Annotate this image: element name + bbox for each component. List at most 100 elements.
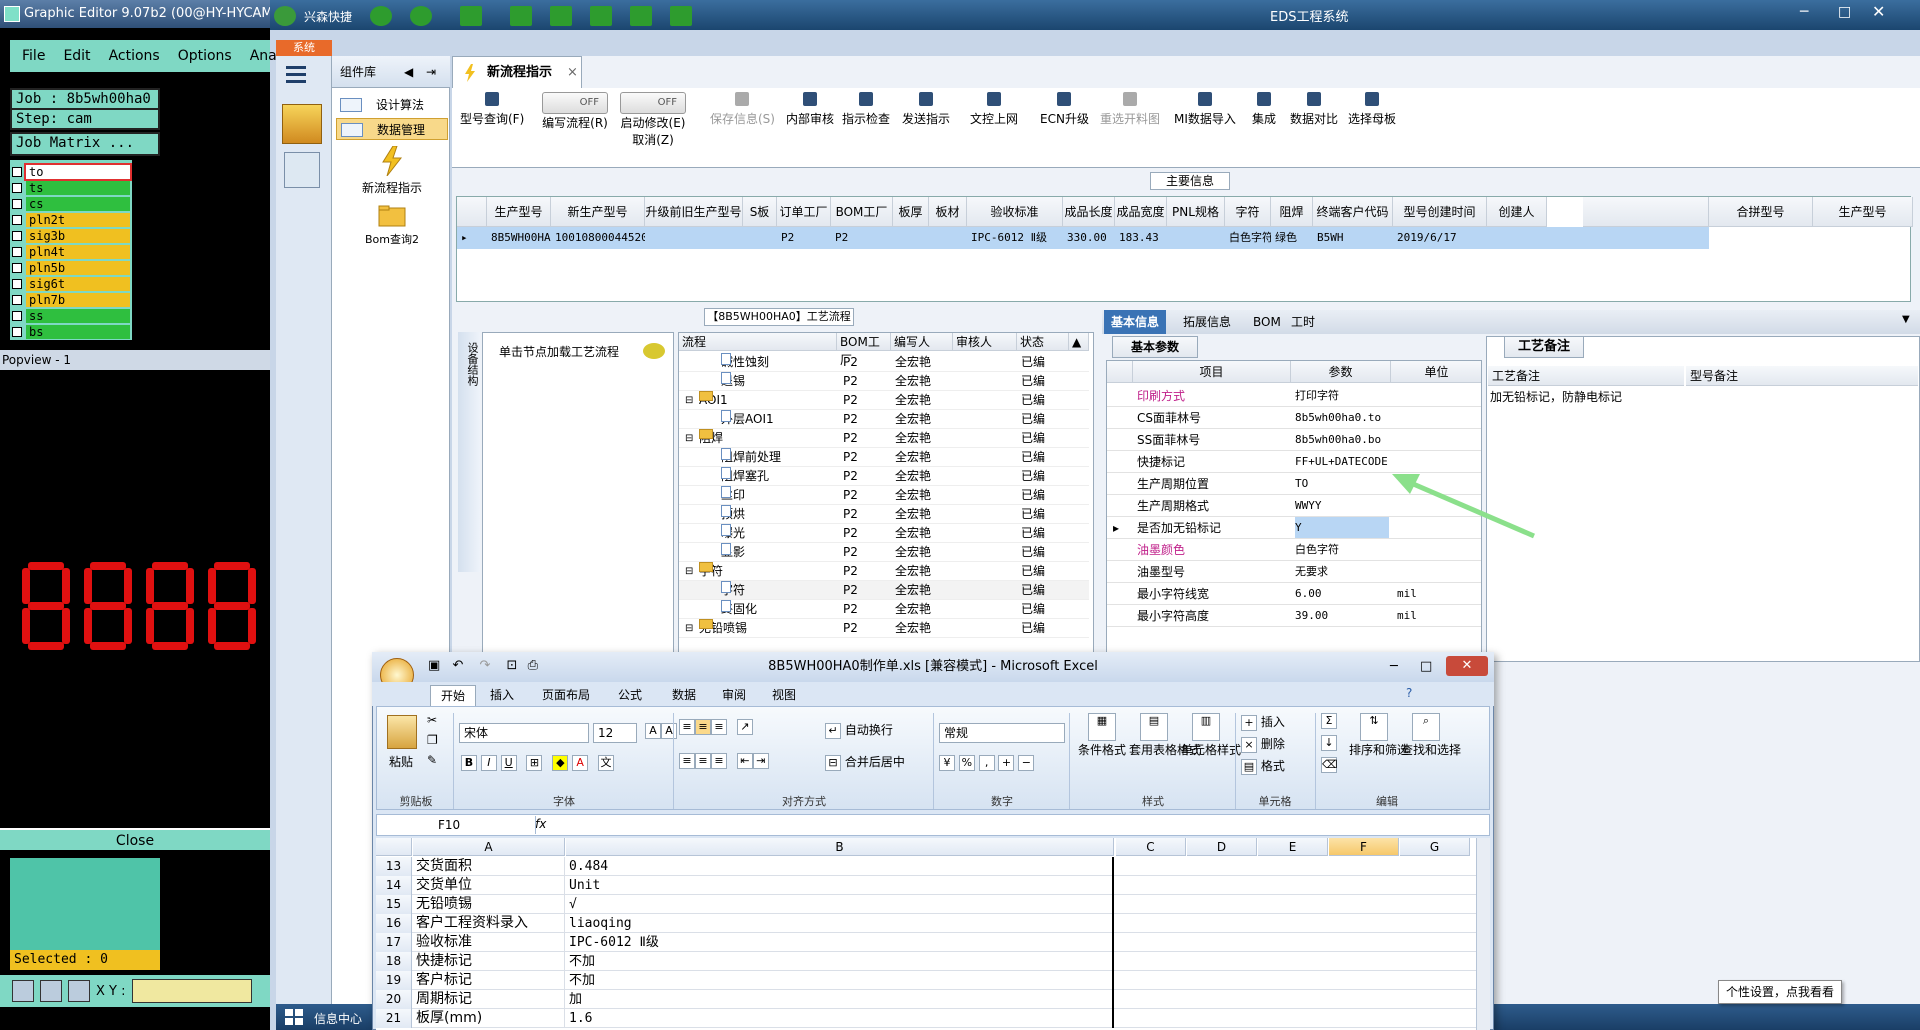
flow-row[interactable]: ⊟ AOI1 P2 全宏艳 已编 xyxy=(679,391,1089,410)
toolbar-item[interactable]: OFF 启动修改(E) 取消(Z) xyxy=(620,92,686,148)
format-cells-button[interactable]: ▤ 格式 xyxy=(1241,757,1285,775)
row-number[interactable]: 14 xyxy=(376,876,412,895)
flow-column-header[interactable]: 状态 xyxy=(1017,333,1069,351)
cell-b[interactable]: 不加 xyxy=(566,971,1114,990)
orientation-icon[interactable]: ↗ xyxy=(736,719,753,735)
fill-color-icon[interactable]: ◆ xyxy=(552,755,569,771)
layer-row[interactable]: pln2t xyxy=(12,212,130,228)
chevron-left-icon[interactable]: ◀ xyxy=(404,56,413,88)
toggle-switch[interactable]: OFF xyxy=(620,92,686,114)
ribbon-tab[interactable]: 数据 xyxy=(662,685,706,706)
dropdown-arrow-icon[interactable]: ▼ xyxy=(1902,314,1910,325)
column-header[interactable]: G xyxy=(1400,838,1470,856)
grid-cell[interactable] xyxy=(1491,227,1547,249)
job-matrix-button[interactable]: Job Matrix ... xyxy=(10,132,160,156)
tab-close-icon[interactable]: × xyxy=(567,57,578,89)
layer-checkbox[interactable] xyxy=(12,247,22,257)
launcher-bom-query[interactable]: Bom查询2 xyxy=(352,204,432,247)
excel-maximize-icon[interactable]: □ xyxy=(1420,652,1432,682)
layer-row[interactable]: bs xyxy=(12,324,130,340)
flow-column-header[interactable]: 流程 xyxy=(679,333,837,351)
tab-new-flow[interactable]: 新流程指示 × xyxy=(452,56,582,88)
column-header[interactable]: F xyxy=(1329,838,1399,856)
flow-node[interactable]: 阻焊塞孔 xyxy=(721,467,769,486)
layer-checkbox[interactable] xyxy=(12,263,22,273)
row-number[interactable]: 21 xyxy=(376,1009,412,1028)
currency-icon[interactable]: ¥ xyxy=(939,755,955,771)
info-param[interactable]: 8b5wh00ha0.bo xyxy=(1295,429,1389,451)
system-tab[interactable]: 系统 xyxy=(276,40,332,56)
fx-label[interactable]: fx xyxy=(535,817,546,831)
menu-file[interactable]: File xyxy=(22,48,45,64)
toggle-switch[interactable]: OFF xyxy=(542,92,608,114)
font-size-select[interactable]: 12 xyxy=(593,723,637,743)
layer-checkbox[interactable] xyxy=(12,231,22,241)
number-format-select[interactable]: 常规 xyxy=(939,723,1065,743)
format-painter-icon[interactable]: ✎ xyxy=(427,753,437,767)
align-top-icon[interactable]: ≡ xyxy=(679,719,695,735)
flow-row[interactable]: ⊟ 阻焊 P2 全宏艳 已编 xyxy=(679,429,1089,448)
column-header[interactable]: 字符 xyxy=(1225,197,1271,227)
cell-b[interactable]: 加 xyxy=(566,990,1114,1009)
info-param[interactable]: 无要求 xyxy=(1295,561,1389,583)
grid-cell[interactable] xyxy=(897,227,929,249)
grid-cell[interactable]: B5WH xyxy=(1317,227,1393,249)
clear-icon[interactable]: ⌫ xyxy=(1321,757,1338,773)
flow-row[interactable]: 碱性蚀刻 P2 全宏艳 已编 xyxy=(679,353,1089,372)
table-icon[interactable] xyxy=(460,6,482,26)
info-row[interactable]: CS面菲林号 8b5wh00ha0.to xyxy=(1107,407,1481,429)
row-number[interactable]: 13 xyxy=(376,857,412,876)
column-header[interactable]: 升级前旧生产型号 xyxy=(645,197,743,227)
row-number[interactable]: 15 xyxy=(376,895,412,914)
align-center-icon[interactable]: ≡ xyxy=(695,753,711,769)
layer-checkbox[interactable] xyxy=(12,167,22,177)
toolbar-item[interactable]: 数据对比 xyxy=(1290,92,1338,127)
undo-icon[interactable]: ↶ xyxy=(452,658,463,673)
toolbar-item[interactable]: 发送指示 xyxy=(902,92,950,127)
flow-node[interactable]: 字符 xyxy=(721,581,745,600)
flow-node[interactable]: 外层AOI1 xyxy=(721,410,774,429)
grid-cell[interactable]: 183.43 xyxy=(1119,227,1167,249)
minimize-icon[interactable]: ─ xyxy=(1800,4,1808,20)
layer-row[interactable]: ts xyxy=(12,180,130,196)
search-icon[interactable] xyxy=(370,6,392,26)
flow-scroll-up[interactable]: ▲ xyxy=(1069,333,1089,351)
phonetic-icon[interactable]: 文 xyxy=(597,755,614,771)
cell-a[interactable]: 快捷标记 xyxy=(413,952,565,971)
side-column-header[interactable]: 生产型号 xyxy=(1813,197,1913,227)
delete-cells-button[interactable]: × 删除 xyxy=(1241,735,1285,753)
name-box[interactable]: F10 xyxy=(378,816,536,834)
info-row[interactable]: 最小字符高度 39.00 mil xyxy=(1107,605,1481,627)
column-header[interactable]: 成品宽度 xyxy=(1115,197,1167,227)
comma-icon[interactable]: , xyxy=(978,755,995,771)
info-param[interactable]: 6.00 xyxy=(1295,583,1389,605)
flow-node[interactable]: 阻焊前处理 xyxy=(721,448,781,467)
ribbon-tab[interactable]: 页面布局 xyxy=(532,685,600,706)
info-row[interactable]: 油墨型号 无要求 xyxy=(1107,561,1481,583)
select-all-corner[interactable] xyxy=(376,838,412,856)
column-header[interactable]: 创建人 xyxy=(1487,197,1547,227)
close-button[interactable]: Close xyxy=(0,828,270,850)
cell-b[interactable]: √ xyxy=(566,895,1114,914)
wrap-text-button[interactable]: ↵ 自动换行 xyxy=(825,721,893,739)
ribbon-tab[interactable]: 插入 xyxy=(480,685,524,706)
layer-row[interactable]: to xyxy=(12,163,132,181)
cell-a[interactable]: 板厚(mm) xyxy=(413,1009,565,1028)
paste-icon[interactable] xyxy=(387,715,417,749)
align-bottom-icon[interactable]: ≡ xyxy=(711,719,727,735)
flow-node[interactable]: 阻焊 xyxy=(699,429,723,448)
layer-row[interactable]: sig6t xyxy=(12,276,130,292)
column-header[interactable]: A xyxy=(413,838,565,856)
redo-icon[interactable]: ↷ xyxy=(479,658,490,673)
info-param[interactable]: FF+UL+DATECODE xyxy=(1295,451,1389,473)
toolbar-item[interactable]: 指示检查 xyxy=(842,92,890,127)
cell-b[interactable]: 1.6 xyxy=(566,1009,1114,1028)
toolbar-item[interactable]: 内部审核 xyxy=(786,92,834,127)
info-column-header[interactable]: 项目 xyxy=(1133,361,1291,383)
sort-filter-button[interactable]: ⇅ 排序和筛选 xyxy=(1349,713,1409,758)
percent-icon[interactable]: % xyxy=(958,755,975,771)
excel-close-icon[interactable]: ✕ xyxy=(1446,656,1488,676)
flow-row[interactable]: 丝印 P2 全宏艳 已编 xyxy=(679,486,1089,505)
layer-checkbox[interactable] xyxy=(12,215,22,225)
toolbar-item[interactable]: OFF 编写流程(R) xyxy=(542,92,608,131)
